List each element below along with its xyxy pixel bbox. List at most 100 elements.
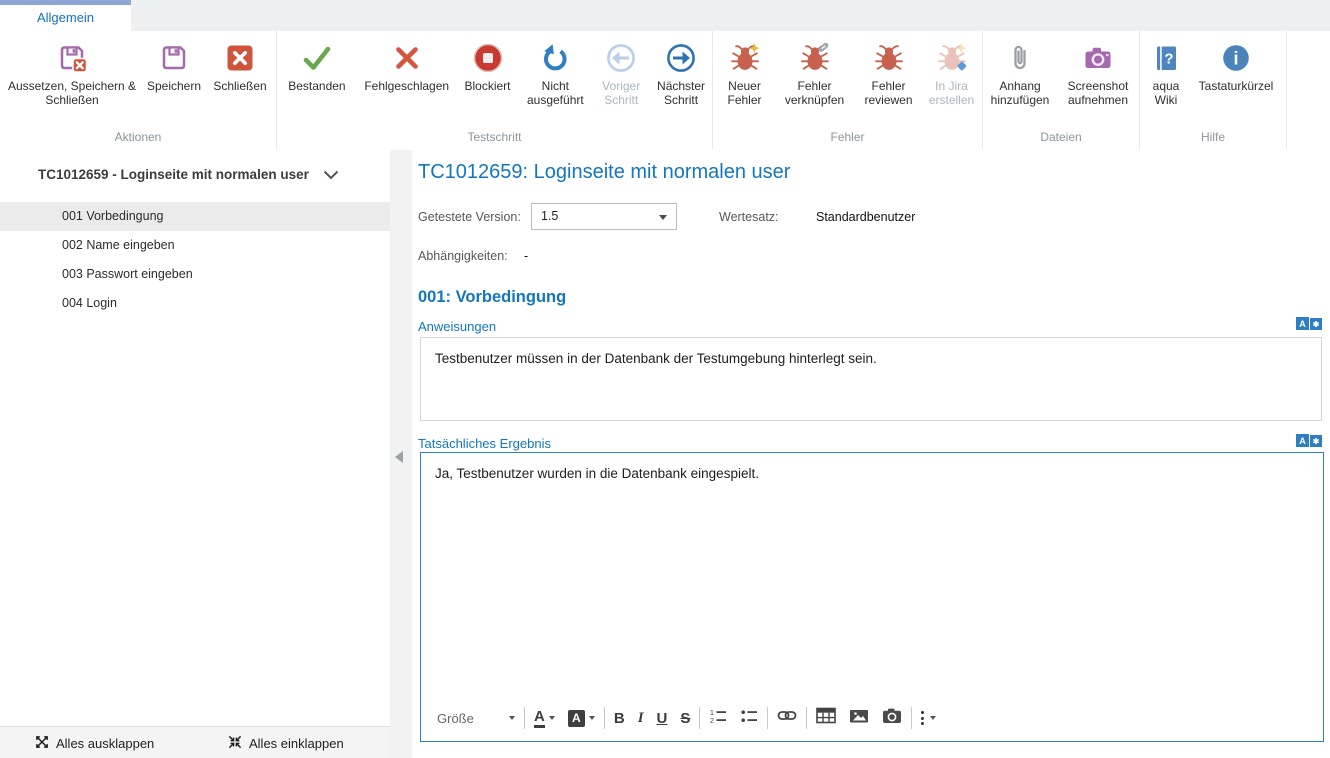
previous-step-icon [605,39,637,77]
ribbon-group-label: Dateien [983,130,1139,144]
step-list: 001 Vorbedingung 002 Name eingeben 003 P… [0,202,390,318]
tested-version-select[interactable]: 1.5 [531,203,677,230]
dropdown-caret-icon [589,716,595,720]
failed-button[interactable]: Fehlgeschlagen [357,39,457,107]
tested-version-label: Getestete Version: [418,210,521,224]
insert-image-button[interactable] [849,708,869,729]
translate-icon[interactable]: A ✱ [1296,317,1322,330]
take-screenshot-button[interactable]: Screenshot aufnehmen [1057,39,1139,107]
step-item-001[interactable]: 001 Vorbedingung [0,202,390,231]
button-label: Aussetzen, Speichern & Schließen [2,79,142,107]
save-button[interactable]: Speichern [142,39,206,107]
ribbon-group-testschritt: Bestanden Fehlgeschlagen [277,31,713,149]
insert-link-button[interactable] [777,708,797,728]
table-icon [816,707,836,729]
keyboard-shortcuts-button[interactable]: i Tastaturkürzel [1189,39,1283,107]
panel-splitter[interactable] [390,150,412,758]
ribbon-group-hilfe: ? aqua Wiki i Tastaturkürzel Hilfe [1140,31,1287,149]
font-size-label: Größe [437,711,474,726]
bg-color-button[interactable]: A [568,710,595,727]
strikethrough-icon: S [680,710,690,727]
button-label: aqua Wiki [1143,79,1189,107]
svg-text:2: 2 [710,718,714,724]
font-color-button[interactable]: A [534,709,555,728]
close-button[interactable]: Schließen [206,39,274,107]
ribbon-group-aktionen: Aussetzen, Speichern & Schließen Speiche… [0,31,277,149]
instructions-field[interactable]: Testbenutzer müssen in der Datenbank der… [420,337,1322,421]
more-options-button[interactable] [921,711,936,725]
svg-text:1: 1 [710,710,714,717]
actual-result-label: Tatsächliches Ergebnis [418,436,551,451]
test-case-header[interactable]: TC1012659 - Loginseite mit normalen user [0,167,390,182]
ribbon-tab-bar: Allgemein [0,0,1330,31]
underline-button[interactable]: U [657,710,668,727]
next-step-button[interactable]: Nächster Schritt [650,39,712,107]
test-case-title: TC1012659 - Loginseite mit normalen user [38,167,309,182]
instructions-text: Testbenutzer müssen in der Datenbank der… [435,351,877,366]
dropdown-caret-icon [659,215,667,220]
ribbon-group-label: Fehler [713,130,982,144]
button-label: Speichern [147,79,201,93]
not-executed-button[interactable]: Nicht ausgeführt [518,39,592,107]
expand-all-button[interactable]: Alles ausklappen [35,727,154,758]
new-defect-bug-icon [730,39,760,77]
tested-version-value: 1.5 [541,209,558,223]
translate-icon[interactable]: A ✱ [1296,434,1322,447]
step-heading: 001: Vorbedingung [418,288,566,307]
svg-text:i: i [1233,49,1238,69]
button-label: In Jira erstellen [923,79,981,107]
tab-allgemein[interactable]: Allgemein [0,0,131,31]
suspend-save-close-button[interactable]: Aussetzen, Speichern & Schließen [2,39,142,107]
button-label: Bestanden [288,79,345,93]
bg-color-icon: A [568,710,585,727]
insert-screenshot-button[interactable] [882,707,902,729]
strikethrough-button[interactable]: S [680,710,690,727]
dropdown-caret-icon [549,716,555,720]
numbered-list-icon: 1 2 [709,708,727,729]
collapse-panel-icon[interactable] [395,451,403,463]
review-defect-bug-icon [874,39,904,77]
underline-icon: U [657,710,668,727]
page-title: TC1012659: Loginseite mit normalen user [418,161,790,184]
italic-button[interactable]: I [638,710,644,727]
button-label: Tastaturkürzel [1199,79,1274,93]
chevron-down-icon[interactable] [323,170,339,180]
bullet-list-button[interactable] [740,708,758,729]
wiki-book-icon: ? [1150,39,1182,77]
step-item-003[interactable]: 003 Passwort eingeben [0,260,390,289]
test-steps-sidebar: TC1012659 - Loginseite mit normalen user… [0,150,390,758]
add-attachment-button[interactable]: Anhang hinzufügen [983,39,1057,107]
blocked-button[interactable]: Blockiert [457,39,519,107]
step-item-002[interactable]: 002 Name eingeben [0,231,390,260]
bold-button[interactable]: B [614,710,625,727]
toolbar-separator [604,707,605,729]
failed-x-icon [391,39,423,77]
sidebar-footer: Alles ausklappen Alles einklappen [0,726,390,758]
step-item-004[interactable]: 004 Login [0,289,390,318]
font-size-dropdown[interactable]: Größe [437,711,515,726]
collapse-all-button[interactable]: Alles einklappen [228,727,344,758]
link-defect-button[interactable]: Fehler verknüpfen [775,39,855,107]
ribbon-group-label: Testschritt [277,130,712,144]
previous-step-button[interactable]: Voriger Schritt [592,39,650,107]
aqua-wiki-button[interactable]: ? aqua Wiki [1143,39,1189,107]
expand-all-label: Alles ausklappen [56,736,154,751]
save-icon [158,39,190,77]
toolbar-separator [806,707,807,729]
button-label: Nächster Schritt [650,79,712,107]
translate-star: ✱ [1310,435,1322,447]
insert-table-button[interactable] [816,707,836,729]
toolbar-separator [699,707,700,729]
new-defect-button[interactable]: Neuer Fehler [715,39,775,107]
bold-icon: B [614,710,625,727]
jira-create-button[interactable]: In Jira erstellen [923,39,981,107]
camera-icon [1082,39,1114,77]
button-label: Fehlgeschlagen [364,79,449,93]
numbered-list-button[interactable]: 1 2 [709,708,727,729]
actual-result-editor[interactable]: Ja, Testbenutzer wurden in die Datenbank… [420,452,1324,742]
passed-button[interactable]: Bestanden [277,39,357,107]
valueset-label: Wertesatz: [719,210,779,224]
paperclip-icon [1004,39,1036,77]
ribbon-group-label: Aktionen [0,130,276,144]
review-defect-button[interactable]: Fehler reviewen [855,39,923,107]
